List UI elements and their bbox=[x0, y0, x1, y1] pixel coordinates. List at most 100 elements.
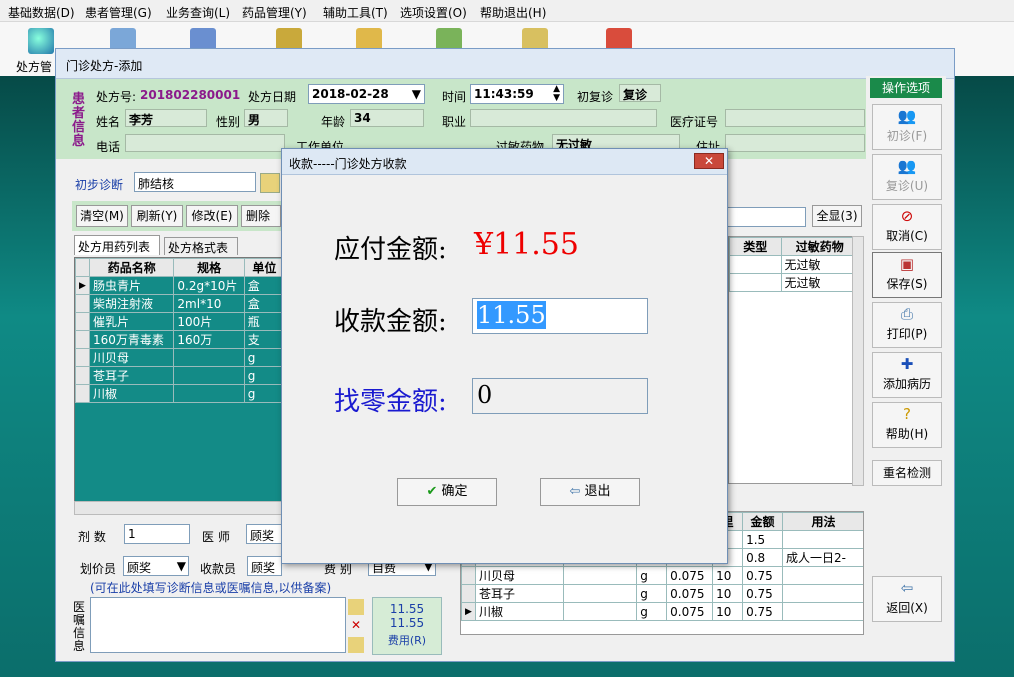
patients-icon[interactable] bbox=[28, 28, 54, 54]
print-button[interactable]: ⎙ 打印(P) bbox=[872, 302, 942, 348]
cashier-select[interactable]: 顾奖 bbox=[247, 556, 282, 576]
refresh-button[interactable]: 刷新(Y) bbox=[131, 205, 183, 227]
delete-icon[interactable]: ✕ bbox=[348, 618, 364, 634]
visit-label: 初复诊 bbox=[577, 90, 614, 104]
folder-open-icon[interactable] bbox=[348, 599, 364, 615]
rx-tool-label[interactable]: 处方管 bbox=[16, 58, 52, 75]
rx-date-picker[interactable]: 2018-02-28 ▼ bbox=[308, 84, 425, 104]
exit-button[interactable]: ⇦ 退出 bbox=[540, 478, 640, 506]
col-allergy[interactable]: 过敏药物 bbox=[780, 237, 857, 256]
col-type[interactable]: 类型 bbox=[729, 237, 782, 256]
edit-button[interactable]: 修改(E) bbox=[186, 205, 238, 227]
users-icon: 👥 bbox=[897, 157, 917, 175]
show-all-button[interactable]: 全显(3) bbox=[812, 205, 862, 227]
payment-dialog: 收款-----门诊处方收款 ✕ 应付金额: ¥11.55 收款金额: 11.55… bbox=[281, 148, 728, 564]
menu-query[interactable]: 业务查询(L) bbox=[166, 4, 230, 21]
table-row[interactable]: 川贝母 g 0.075 10 0.75 bbox=[461, 566, 863, 585]
change-field: 0 bbox=[472, 378, 648, 414]
users-icon: 👥 bbox=[897, 107, 917, 125]
table-row[interactable]: 川椒 g bbox=[75, 384, 281, 403]
name-label: 姓名 bbox=[96, 115, 121, 129]
job-field[interactable] bbox=[470, 109, 657, 127]
dose-label: 剂 数 bbox=[78, 530, 106, 544]
diagnosis-label: 初步诊断 bbox=[75, 178, 124, 192]
cancel-button[interactable]: ⊘ 取消(C) bbox=[872, 204, 942, 250]
tab-format[interactable]: 处方格式表 bbox=[164, 237, 238, 255]
save-button[interactable]: ▣ 保存(S) bbox=[872, 252, 942, 298]
table-row[interactable]: 川贝母 g bbox=[75, 348, 281, 367]
due-amount: ¥11.55 bbox=[474, 227, 579, 262]
visit-field[interactable]: 复诊 bbox=[619, 84, 661, 102]
advice-textarea[interactable] bbox=[90, 597, 346, 653]
table-row[interactable]: 柴胡注射液 2ml*10 盒 bbox=[75, 294, 281, 313]
search-field[interactable] bbox=[726, 207, 806, 227]
insurance-field[interactable] bbox=[725, 109, 865, 127]
delete-row-button[interactable]: 删除行 bbox=[241, 205, 281, 227]
exit-icon: ⇦ bbox=[569, 484, 581, 499]
exit-icon: ⇦ bbox=[900, 579, 914, 597]
first-visit-button[interactable]: 👥 初诊(F) bbox=[872, 104, 942, 150]
ok-button[interactable]: ✔ 确定 bbox=[397, 478, 497, 506]
address-field[interactable] bbox=[725, 134, 865, 152]
paid-label: 收款金额: bbox=[334, 307, 447, 337]
folder-icon[interactable] bbox=[260, 173, 280, 193]
dialog-titlebar: 收款-----门诊处方收款 ✕ bbox=[282, 149, 727, 175]
pricer-label: 划价员 bbox=[80, 562, 117, 576]
col-unit[interactable]: 单位 bbox=[243, 258, 281, 277]
cancel-icon: ⊘ bbox=[900, 207, 914, 225]
table-row[interactable]: 催乳片 100片瓶 bbox=[75, 312, 281, 331]
table-row[interactable]: 无过敏 bbox=[729, 273, 857, 292]
table-row[interactable]: 苍耳子 g bbox=[75, 366, 281, 385]
time-spinner[interactable]: 11:43:59 ▲ ▼ bbox=[470, 84, 564, 104]
drug-grid: 药品名称 规格 单位 ▶ 肠虫青片 0.2g*10片盒柴胡注射液 2ml*10 盒催乳片… bbox=[74, 257, 282, 513]
row-header-cell bbox=[75, 258, 90, 277]
revisit-button[interactable]: 👥 复诊(U) bbox=[872, 154, 942, 200]
folder-icon[interactable] bbox=[348, 637, 364, 653]
patient-panel: 患者信息 处方号: 201802280001 处方日期 2018-02-28 ▼ … bbox=[56, 79, 866, 159]
col-drug-name[interactable]: 药品名称 bbox=[88, 258, 175, 277]
sex-label: 性别 bbox=[216, 115, 241, 129]
change-label: 找零金额: bbox=[334, 387, 447, 417]
help-icon: ? bbox=[903, 405, 911, 423]
duplicate-check-button[interactable]: 重名检测 bbox=[872, 460, 942, 486]
save-icon: ▣ bbox=[899, 255, 915, 273]
menu-patient[interactable]: 患者管理(G) bbox=[85, 4, 152, 21]
due-label: 应付金额: bbox=[334, 235, 447, 265]
horizontal-scrollbar[interactable] bbox=[74, 501, 282, 515]
dose-field[interactable]: 1 bbox=[124, 524, 190, 544]
menu-drug[interactable]: 药品管理(Y) bbox=[242, 4, 307, 21]
menu-help[interactable]: 帮助退出(H) bbox=[480, 4, 546, 21]
doctor-field[interactable]: 顾奖 bbox=[246, 524, 282, 544]
menu-options[interactable]: 选项设置(O) bbox=[400, 4, 467, 21]
vertical-scrollbar[interactable] bbox=[852, 236, 864, 486]
pricer-select[interactable]: 顾奖 ▼ bbox=[123, 556, 189, 576]
col-amount[interactable]: 金额 bbox=[742, 512, 784, 531]
tab-drug-list[interactable]: 处方用药列表 bbox=[74, 235, 160, 255]
help-button[interactable]: ? 帮助(H) bbox=[872, 402, 942, 448]
menu-tools[interactable]: 辅助工具(T) bbox=[323, 4, 388, 21]
table-row[interactable]: 无过敏 bbox=[729, 255, 857, 274]
total-panel: 11.55 11.55 费用(R) bbox=[372, 597, 442, 655]
cost-button[interactable]: 费用(R) bbox=[373, 632, 441, 648]
diagnosis-field[interactable]: 肺结核 bbox=[134, 172, 256, 192]
dialog-title: 收款-----门诊处方收款 bbox=[289, 157, 407, 171]
paid-input[interactable]: 11.55 bbox=[472, 298, 648, 334]
table-row[interactable]: 160万青毒素 160万支 bbox=[75, 330, 281, 349]
phone-field[interactable] bbox=[125, 134, 285, 152]
add-record-button[interactable]: ✚ 添加病历 bbox=[872, 352, 942, 398]
return-button[interactable]: ⇦ 返回(X) bbox=[872, 576, 942, 622]
rx-no-value: 201802280001 bbox=[140, 88, 241, 102]
clear-button[interactable]: 清空(M) bbox=[76, 205, 128, 227]
advice-label: 医嘱信息 bbox=[73, 600, 86, 653]
age-field[interactable]: 34 bbox=[350, 109, 424, 127]
sex-field[interactable]: 男 bbox=[244, 109, 288, 127]
table-row[interactable]: ▶ 川椒 g 0.075 10 0.75 bbox=[461, 602, 863, 621]
table-row[interactable]: 苍耳子 g 0.075 10 0.75 bbox=[461, 584, 863, 603]
col-usage[interactable]: 用法 bbox=[782, 512, 863, 531]
menu-basic[interactable]: 基础数据(D) bbox=[8, 4, 75, 21]
table-row[interactable]: ▶ 肠虫青片 0.2g*10片盒 bbox=[75, 276, 281, 295]
col-spec[interactable]: 规格 bbox=[173, 258, 245, 277]
close-icon[interactable]: ✕ bbox=[694, 153, 724, 169]
name-field[interactable]: 李芳 bbox=[125, 109, 207, 127]
total-amount: 11.55 bbox=[389, 602, 425, 616]
